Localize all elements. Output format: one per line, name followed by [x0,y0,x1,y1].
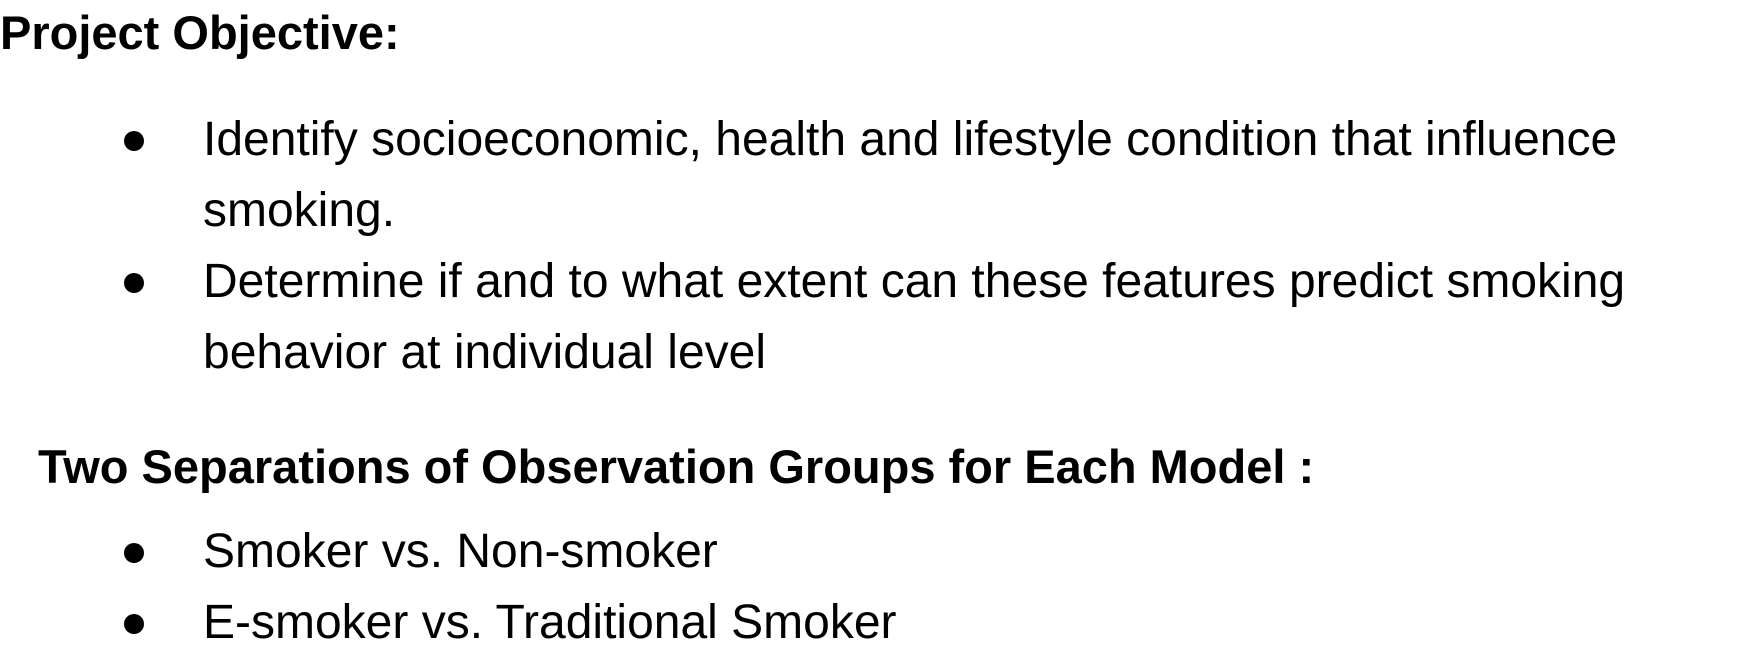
list-item: E-smoker vs. Traditional Smoker [0,587,1743,658]
bullet-icon [124,614,144,634]
list-item-text: Determine if and to what extent can thes… [203,255,1626,379]
project-objective-heading: Project Objective: [0,6,400,59]
list-item-text: E-smoker vs. Traditional Smoker [203,596,897,649]
list-item: Identify socioeconomic, health and lifes… [0,104,1743,246]
list-item-text: Identify socioeconomic, health and lifes… [203,113,1618,237]
bullet-icon [124,543,144,563]
list-item: Determine if and to what extent can thes… [0,246,1743,388]
bullet-icon [124,131,144,151]
observation-groups-heading: Two Separations of Observation Groups fo… [38,440,1315,493]
objective-list: Identify socioeconomic, health and lifes… [0,104,1757,388]
groups-list: Smoker vs. Non-smoker E-smoker vs. Tradi… [0,516,1757,658]
list-item-text: Smoker vs. Non-smoker [203,525,718,578]
list-item: Smoker vs. Non-smoker [0,516,1743,587]
bullet-icon [124,273,144,293]
